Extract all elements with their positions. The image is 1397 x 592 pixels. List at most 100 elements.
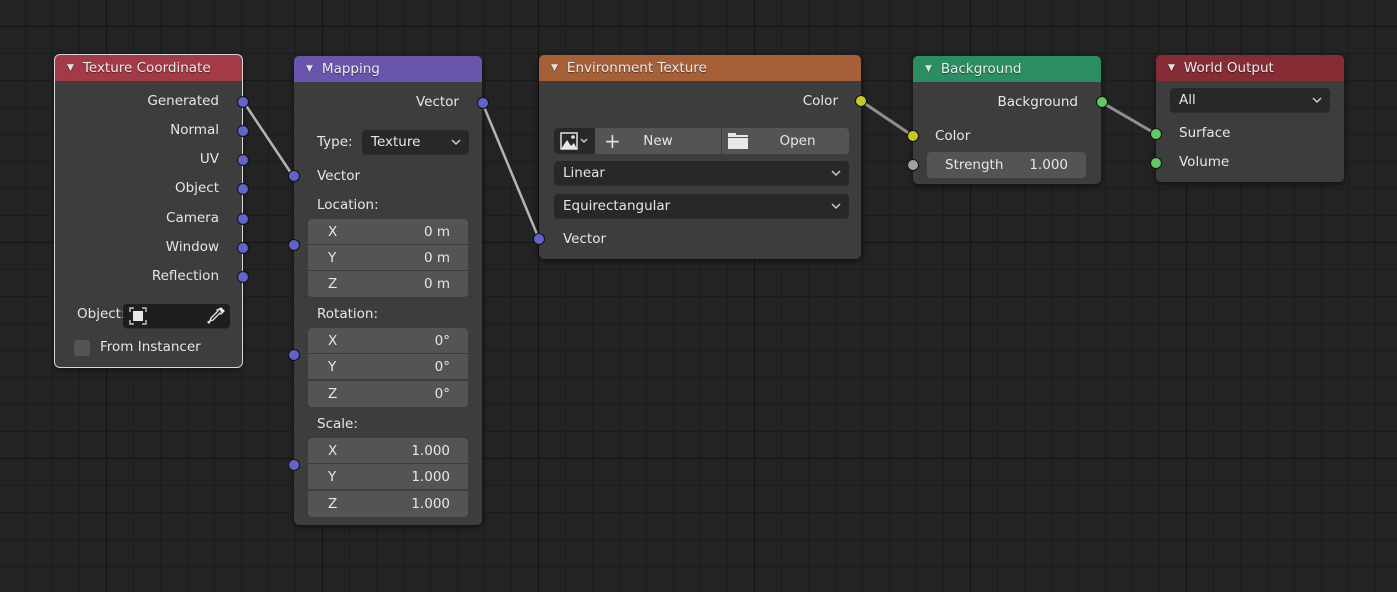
socket-location[interactable] xyxy=(288,239,300,251)
chevron-down-icon xyxy=(831,170,841,177)
strength-label: Strength xyxy=(945,157,1004,173)
collapse-triangle-icon[interactable]: ▼ xyxy=(925,64,932,74)
socket-label: Color xyxy=(802,93,838,109)
open-label: Open xyxy=(779,133,816,149)
node-background[interactable]: ▼ Background Background Color Strength 1… xyxy=(907,56,1108,184)
socket-camera[interactable] xyxy=(237,213,249,225)
from-instancer-checkbox[interactable] xyxy=(74,340,90,356)
location-y-field[interactable]: Y 0 m xyxy=(308,245,468,271)
node-texture-coordinate[interactable]: ▼ Texture Coordinate Generated Normal UV… xyxy=(54,54,249,368)
socket-label: Camera xyxy=(166,210,219,226)
field-value: 0° xyxy=(434,386,450,402)
rotation-x-field[interactable]: X 0° xyxy=(308,328,468,354)
axis-label: Y xyxy=(328,249,337,266)
socket-normal[interactable] xyxy=(237,125,249,137)
socket-generated[interactable] xyxy=(237,96,249,108)
output-reflection: Reflection xyxy=(55,265,242,287)
node-header[interactable]: ▼ Environment Texture xyxy=(539,55,861,81)
socket-label: Window xyxy=(165,239,219,255)
field-value: 0 m xyxy=(423,223,450,240)
socket-scale[interactable] xyxy=(288,459,300,471)
node-mapping[interactable]: ▼ Mapping Vector Type: Texture Vector Lo… xyxy=(288,56,489,525)
rotation-z-field[interactable]: Z 0° xyxy=(308,381,468,407)
target-dropdown[interactable]: All xyxy=(1170,88,1330,112)
socket-input-strength[interactable] xyxy=(907,159,919,171)
rotation-label: Rotation: xyxy=(317,306,379,322)
collapse-triangle-icon[interactable]: ▼ xyxy=(67,63,74,73)
field-value: 0° xyxy=(434,332,450,349)
output-object: Object xyxy=(55,177,242,199)
object-label: Object: xyxy=(77,306,126,322)
node-title: Environment Texture xyxy=(566,60,707,76)
target-value: All xyxy=(1179,92,1196,108)
collapse-triangle-icon[interactable]: ▼ xyxy=(551,63,558,73)
chevron-down-icon xyxy=(451,139,461,146)
socket-input-vector[interactable] xyxy=(533,233,545,245)
scale-z-field[interactable]: Z 1.000 xyxy=(308,491,468,517)
node-title: Background xyxy=(940,61,1022,77)
collapse-triangle-icon[interactable]: ▼ xyxy=(306,64,313,74)
socket-label: Background xyxy=(997,94,1078,110)
output-vector: Vector xyxy=(294,91,482,113)
node-header[interactable]: ▼ World Output xyxy=(1156,55,1344,81)
socket-input-surface[interactable] xyxy=(1150,128,1162,140)
socket-input-color[interactable] xyxy=(907,130,919,142)
object-picker[interactable] xyxy=(123,304,230,328)
input-vector-label: Vector xyxy=(317,168,361,184)
image-browse-button[interactable] xyxy=(554,128,595,154)
new-image-button[interactable]: + New xyxy=(595,128,722,154)
socket-input-vector[interactable] xyxy=(288,170,300,182)
open-image-button[interactable]: Open xyxy=(722,128,849,154)
plus-icon: + xyxy=(604,129,621,153)
socket-window[interactable] xyxy=(237,242,249,254)
socket-label: Normal xyxy=(170,122,219,138)
rotation-y-field[interactable]: Y 0° xyxy=(308,354,468,380)
field-value: 1.000 xyxy=(411,468,450,485)
object-icon xyxy=(129,307,147,325)
axis-label: Z xyxy=(328,386,338,402)
socket-rotation[interactable] xyxy=(288,349,300,361)
input-surface-label: Surface xyxy=(1179,125,1231,141)
socket-object[interactable] xyxy=(237,183,249,195)
collapse-triangle-icon[interactable]: ▼ xyxy=(1168,63,1175,73)
location-label: Location: xyxy=(317,197,379,213)
axis-label: X xyxy=(328,332,338,349)
projection-dropdown[interactable]: Equirectangular xyxy=(554,194,849,218)
scale-y-field[interactable]: Y 1.000 xyxy=(308,464,468,490)
socket-label: Reflection xyxy=(151,268,219,284)
socket-uv[interactable] xyxy=(237,154,249,166)
field-value: 0 m xyxy=(423,276,450,292)
type-dropdown[interactable]: Texture xyxy=(362,130,469,154)
socket-reflection[interactable] xyxy=(237,271,249,283)
output-uv: UV xyxy=(55,148,242,170)
eyedropper-icon[interactable] xyxy=(206,306,226,326)
output-background: Background xyxy=(913,91,1101,113)
socket-label: Generated xyxy=(147,93,219,109)
location-x-field[interactable]: X 0 m xyxy=(308,219,468,245)
socket-input-volume[interactable] xyxy=(1150,157,1162,169)
node-title: Mapping xyxy=(321,61,380,77)
field-value: 0 m xyxy=(423,249,450,266)
field-value: 1.000 xyxy=(411,496,450,512)
output-camera: Camera xyxy=(55,207,242,229)
socket-output-vector[interactable] xyxy=(477,97,489,109)
interpolation-dropdown[interactable]: Linear xyxy=(554,161,849,185)
location-z-field[interactable]: Z 0 m xyxy=(308,271,468,297)
node-header[interactable]: ▼ Texture Coordinate xyxy=(55,55,242,81)
projection-value: Equirectangular xyxy=(563,198,671,214)
strength-field[interactable]: Strength 1.000 xyxy=(927,152,1086,178)
image-icon xyxy=(559,132,587,150)
node-header[interactable]: ▼ Mapping xyxy=(294,56,482,82)
output-color: Color xyxy=(539,90,861,112)
socket-output-color[interactable] xyxy=(855,95,867,107)
socket-output-background[interactable] xyxy=(1096,96,1108,108)
output-normal: Normal xyxy=(55,119,242,141)
input-vector-label: Vector xyxy=(563,231,607,247)
node-environment-texture[interactable]: ▼ Environment Texture Color + New Open L… xyxy=(533,55,867,259)
axis-label: Z xyxy=(328,276,338,292)
from-instancer-label: From Instancer xyxy=(100,339,201,355)
node-header[interactable]: ▼ Background xyxy=(913,56,1101,82)
node-title: World Output xyxy=(1183,60,1274,76)
node-world-output[interactable]: ▼ World Output All Surface Volume xyxy=(1150,55,1344,182)
scale-x-field[interactable]: X 1.000 xyxy=(308,438,468,464)
